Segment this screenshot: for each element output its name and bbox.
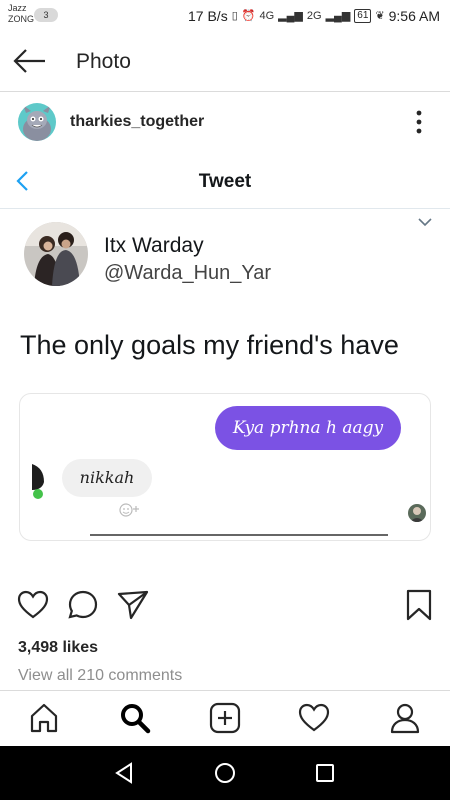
- profile-icon[interactable]: [388, 701, 422, 735]
- post-actions: [0, 588, 450, 628]
- tweet-author-handle: @Warda_Hun_Yar: [104, 262, 272, 284]
- tweet-author-avatar: [24, 222, 88, 286]
- tweet-author-name: Itx Warday: [104, 234, 204, 257]
- chevron-down-icon: [418, 218, 432, 227]
- activity-heart-icon[interactable]: [297, 701, 331, 735]
- network-4g-label: 4G: [259, 10, 275, 22]
- tweet-text: The only goals my friend's have: [20, 330, 399, 360]
- tweet-media-card: Kya prhna h aagy nikkah: [19, 393, 431, 541]
- chat-divider: [90, 534, 388, 536]
- search-icon[interactable]: [118, 701, 152, 735]
- likes-count[interactable]: 3,498 likes: [18, 639, 98, 657]
- vertical-dots-icon[interactable]: [412, 109, 426, 135]
- leaf-icon: ❦: [375, 10, 385, 22]
- status-indicators: 17 B/s ▯ ⏰ 4G ▂▄▆ 2G ▂▄▆ 61 ❦ 9:56 AM: [188, 7, 440, 25]
- post-header: tharkies_together: [0, 93, 450, 153]
- add-post-icon[interactable]: [208, 701, 242, 735]
- battery-level: 61: [354, 9, 372, 23]
- arrow-left-icon[interactable]: [12, 46, 48, 76]
- bottom-nav: [0, 690, 450, 744]
- page-title: Photo: [76, 50, 131, 73]
- post-username[interactable]: tharkies_together: [70, 113, 204, 131]
- chat-contact-avatar: [32, 464, 44, 499]
- system-recents-icon[interactable]: [312, 760, 338, 786]
- signal-icon: ▂▄▆: [278, 10, 303, 22]
- system-home-icon[interactable]: [212, 760, 238, 786]
- sim-badge: 3: [34, 8, 58, 22]
- emoji-react-icon: [119, 503, 139, 517]
- tweet-bar-title: Tweet: [198, 171, 252, 192]
- bookmark-icon[interactable]: [402, 588, 436, 622]
- network-speed: 17 B/s: [188, 8, 228, 24]
- carrier-line-2: ZONG: [8, 14, 34, 24]
- system-back-icon[interactable]: [112, 760, 138, 786]
- view-comments-link[interactable]: View all 210 comments: [18, 667, 182, 685]
- system-nav-bar: [0, 746, 450, 800]
- clock: 9:56 AM: [388, 8, 440, 24]
- carrier-label: Jazz ZONG: [8, 3, 34, 25]
- status-bar: Jazz ZONG 3 17 B/s ▯ ⏰ 4G ▂▄▆ 2G ▂▄▆ 61 …: [0, 0, 450, 32]
- paper-plane-icon[interactable]: [116, 588, 150, 622]
- vibrate-icon: ▯: [231, 10, 238, 22]
- heart-icon[interactable]: [16, 588, 50, 622]
- received-message-bubble: nikkah: [62, 459, 152, 497]
- comment-icon[interactable]: [66, 588, 100, 622]
- network-2g-label: 2G: [306, 10, 322, 22]
- sent-message-bubble: Kya prhna h aagy: [215, 406, 401, 450]
- signal-icon-2: ▂▄▆: [325, 10, 351, 22]
- carrier-line-1: Jazz: [8, 3, 27, 13]
- alarm-icon: ⏰: [241, 10, 256, 22]
- avatar[interactable]: [18, 103, 56, 141]
- app-bar: Photo: [0, 32, 450, 92]
- home-icon[interactable]: [27, 701, 61, 735]
- tweet-header-bar: Tweet: [0, 153, 450, 209]
- seen-avatar: [408, 504, 426, 522]
